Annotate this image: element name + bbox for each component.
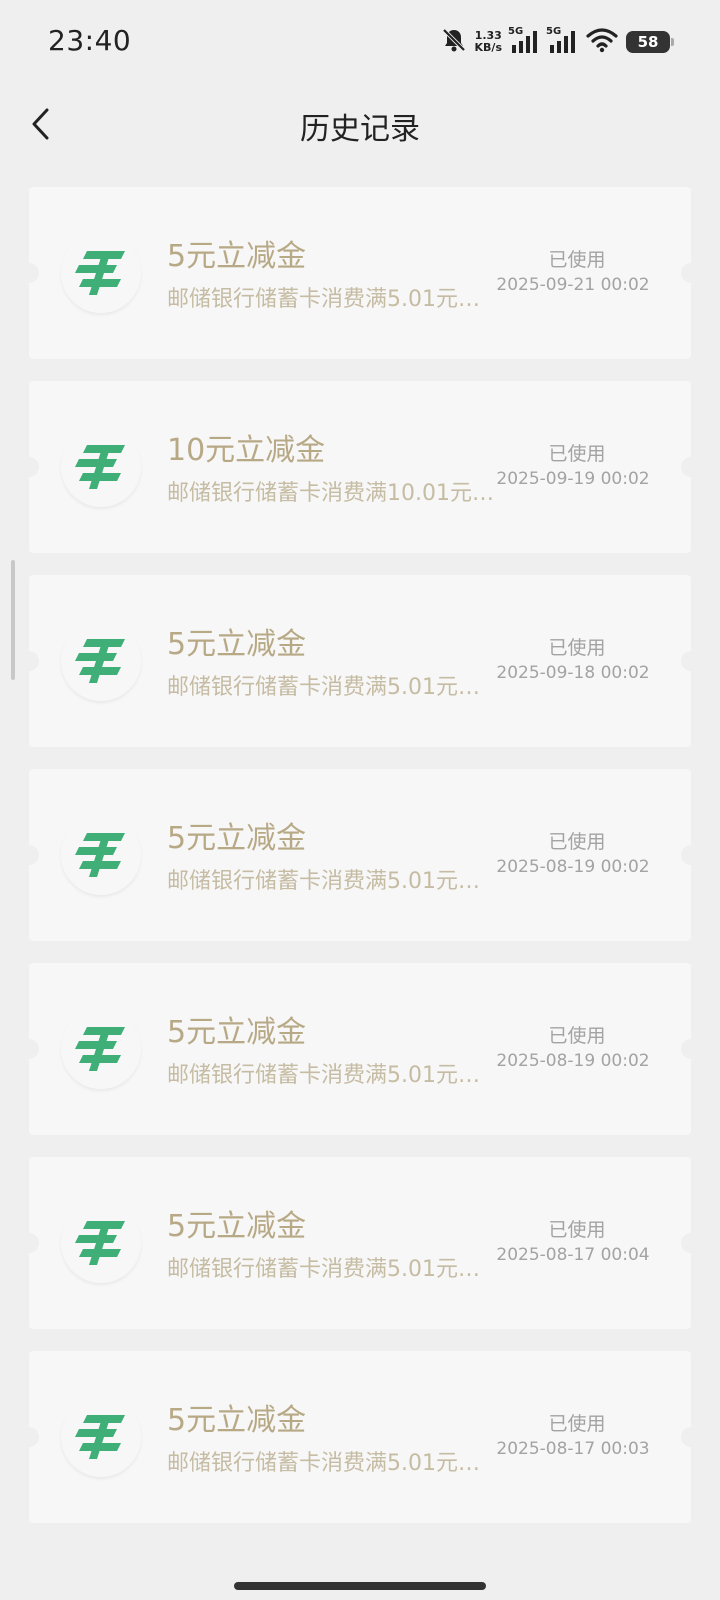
ticket-notch-right: [681, 845, 701, 865]
battery-level: 58: [637, 33, 659, 51]
postal-bank-logo-icon: [61, 621, 141, 701]
coupon-card[interactable]: 5元立减金 邮储银行储蓄卡消费满5.01元可用 已使用 2025-09-21 0…: [19, 187, 701, 359]
coupon-title: 5元立减金: [167, 1015, 307, 1050]
scroll-indicator[interactable]: [11, 560, 15, 680]
postal-bank-logo-icon: [61, 1397, 141, 1477]
coupon-title: 5元立减金: [167, 627, 307, 662]
coupon-status: 已使用: [548, 443, 606, 465]
coupon-used-date: 2025-08-17 00:03: [496, 1439, 650, 1459]
coupon-description: 邮储银行储蓄卡消费满5.01元可用: [167, 869, 497, 894]
coupon-description: 邮储银行储蓄卡消费满5.01元可用: [167, 1451, 497, 1476]
ticket-notch-right: [681, 457, 701, 477]
signal-sim1-icon: 5G: [508, 26, 540, 55]
coupon-used-date: 2025-08-19 00:02: [496, 857, 650, 877]
coupon-used-date: 2025-09-21 00:02: [496, 275, 650, 295]
wifi-icon: [586, 27, 618, 57]
net-speed: 1.33 KB/s: [475, 30, 502, 54]
coupon-title: 5元立减金: [167, 239, 307, 274]
coupon-title: 5元立减金: [167, 821, 307, 856]
coupon-card[interactable]: 5元立减金 邮储银行储蓄卡消费满5.01元可用 已使用 2025-08-19 0…: [19, 769, 701, 941]
signal-sim2-icon: 5G: [546, 26, 578, 55]
postal-bank-logo-icon: [61, 427, 141, 507]
status-bar: 23:40 1.33 KB/s 5G 5G 58: [0, 0, 720, 84]
coupon-description: 邮储银行储蓄卡消费满5.01元可用: [167, 287, 497, 312]
postal-bank-logo-icon: [61, 1009, 141, 1089]
coupon-card[interactable]: 5元立减金 邮储银行储蓄卡消费满5.01元可用 已使用 2025-09-18 0…: [19, 575, 701, 747]
ticket-notch-left: [19, 1039, 39, 1059]
ticket-notch-left: [19, 1233, 39, 1253]
coupon-used-date: 2025-08-19 00:02: [496, 1051, 650, 1071]
ticket-notch-left: [19, 457, 39, 477]
coupon-description: 邮储银行储蓄卡消费满5.01元可用: [167, 1257, 497, 1282]
coupon-status: 已使用: [548, 1025, 606, 1047]
coupon-used-date: 2025-08-17 00:04: [496, 1245, 650, 1265]
ticket-notch-right: [681, 263, 701, 283]
coupon-status: 已使用: [548, 1219, 606, 1241]
nav-header: 历史记录: [0, 84, 720, 164]
coupon-card[interactable]: 5元立减金 邮储银行储蓄卡消费满5.01元可用 已使用 2025-08-17 0…: [19, 1351, 701, 1523]
coupon-status: 已使用: [548, 249, 606, 271]
coupon-description: 邮储银行储蓄卡消费满5.01元可用: [167, 675, 497, 700]
coupon-status: 已使用: [548, 831, 606, 853]
coupon-description: 邮储银行储蓄卡消费满5.01元可用: [167, 1063, 497, 1088]
coupon-description: 邮储银行储蓄卡消费满10.01元可用: [167, 481, 497, 506]
postal-bank-logo-icon: [61, 233, 141, 313]
ticket-notch-left: [19, 1427, 39, 1447]
coupon-title: 10元立减金: [167, 433, 326, 468]
ticket-notch-right: [681, 1039, 701, 1059]
page-title: 历史记录: [300, 112, 420, 147]
coupon-history-list: 5元立减金 邮储银行储蓄卡消费满5.01元可用 已使用 2025-09-21 0…: [19, 187, 701, 1545]
home-indicator[interactable]: [234, 1582, 486, 1590]
postal-bank-logo-icon: [61, 1203, 141, 1283]
coupon-card[interactable]: 10元立减金 邮储银行储蓄卡消费满10.01元可用 已使用 2025-09-19…: [19, 381, 701, 553]
ticket-notch-left: [19, 651, 39, 671]
ticket-notch-right: [681, 1233, 701, 1253]
coupon-title: 5元立减金: [167, 1403, 307, 1438]
status-time: 23:40: [48, 24, 132, 57]
coupon-used-date: 2025-09-19 00:02: [496, 469, 650, 489]
coupon-used-date: 2025-09-18 00:02: [496, 663, 650, 683]
sim2-network-label: 5G: [546, 26, 562, 37]
ticket-notch-left: [19, 845, 39, 865]
status-icons: 1.33 KB/s 5G 5G 58: [441, 26, 674, 58]
ticket-notch-right: [681, 1427, 701, 1447]
coupon-card[interactable]: 5元立减金 邮储银行储蓄卡消费满5.01元可用 已使用 2025-08-17 0…: [19, 1157, 701, 1329]
coupon-status: 已使用: [548, 1413, 606, 1435]
ticket-notch-right: [681, 651, 701, 671]
sim1-network-label: 5G: [508, 26, 524, 37]
coupon-card[interactable]: 5元立减金 邮储银行储蓄卡消费满5.01元可用 已使用 2025-08-19 0…: [19, 963, 701, 1135]
postal-bank-logo-icon: [61, 815, 141, 895]
ticket-notch-left: [19, 263, 39, 283]
coupon-status: 已使用: [548, 637, 606, 659]
battery-icon: 58: [626, 31, 674, 53]
coupon-title: 5元立减金: [167, 1209, 307, 1244]
net-speed-unit: KB/s: [474, 41, 502, 54]
mute-bell-icon: [441, 27, 467, 57]
